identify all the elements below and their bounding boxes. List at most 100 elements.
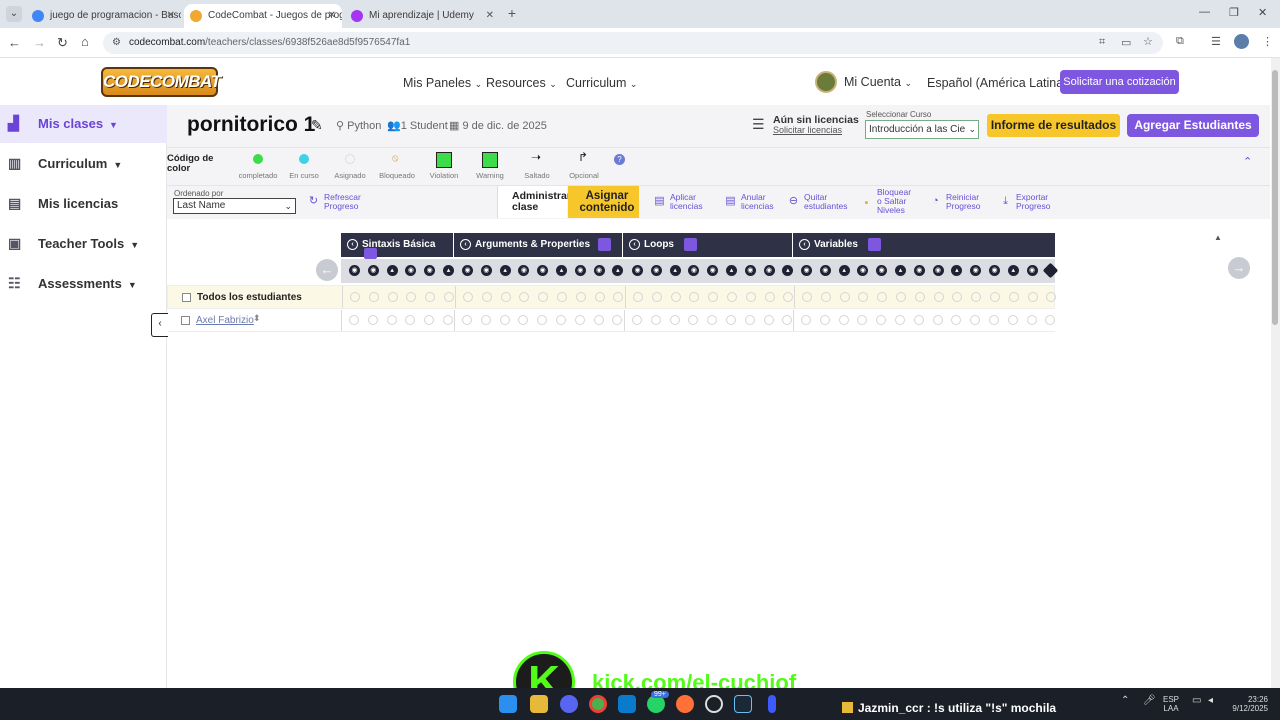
expand-student-icon[interactable]: ‹ (151, 313, 168, 337)
level-icon[interactable]: ◉ (688, 265, 700, 276)
module-header-variables[interactable]: ‹ Variables (793, 233, 1055, 257)
language-selector[interactable]: Español (América Latina) (927, 76, 1067, 90)
sort-arrows-icon[interactable]: ⬍ (253, 313, 261, 324)
progress-cell[interactable] (350, 292, 360, 302)
level-icon[interactable]: ◉ (876, 265, 888, 276)
progress-cell[interactable] (499, 315, 510, 325)
level-icon[interactable]: ▴ (669, 265, 681, 276)
tab-search-button[interactable]: ⌄ (6, 6, 22, 22)
progress-cell[interactable] (633, 292, 643, 302)
progress-cell[interactable] (367, 315, 378, 325)
progress-cell[interactable] (612, 315, 623, 325)
level-icon[interactable]: ◉ (650, 265, 662, 276)
vscode-icon[interactable] (618, 695, 636, 713)
select-all-checkbox[interactable] (182, 293, 191, 302)
clock[interactable]: 23:26 9/12/2025 (1226, 695, 1268, 713)
progress-cell[interactable] (689, 292, 700, 302)
nav-resources[interactable]: Resources ⌄ (486, 76, 557, 90)
progress-cell[interactable] (481, 292, 492, 302)
window-close-icon[interactable]: ✕ (1258, 6, 1267, 19)
progress-cell[interactable] (593, 315, 604, 325)
student-name-link[interactable]: Axel Fabrizio (196, 315, 254, 326)
scroll-up-icon[interactable]: ▲ (1214, 233, 1222, 242)
level-icon[interactable]: ◉ (932, 265, 944, 276)
progress-cell[interactable] (857, 315, 868, 325)
module-header-arguments[interactable]: ‹ Arguments & Properties (454, 233, 622, 257)
codecombat-logo[interactable]: CODECOMBAT (101, 67, 221, 97)
module-header-loops[interactable]: ‹ Loops (623, 233, 792, 257)
request-licenses-link[interactable]: Solicitar licencias (773, 125, 842, 135)
profile-avatar[interactable] (1234, 34, 1249, 49)
progress-cell[interactable] (858, 292, 869, 302)
progress-cell[interactable] (707, 315, 718, 325)
progress-cell[interactable] (574, 315, 585, 325)
close-tab-icon[interactable]: ✕ (486, 4, 494, 28)
microphone-icon[interactable]: 🎤︎ (1143, 695, 1156, 706)
progress-cell[interactable] (1027, 292, 1038, 302)
progress-cell[interactable] (575, 292, 586, 302)
browser-tab-udemy[interactable]: Mi aprendizaje | Udemy ✕ (345, 4, 500, 28)
browser-tab-codecombat[interactable]: CodeCombat - Juegos de prog ✕ (184, 4, 342, 28)
progress-cell[interactable] (820, 292, 831, 302)
scroll-left-arrow-icon[interactable]: ← (316, 259, 338, 281)
page-scrollbar-thumb[interactable] (1272, 70, 1278, 325)
progress-cell[interactable] (406, 292, 417, 302)
progress-cell[interactable] (444, 292, 454, 302)
level-icon[interactable]: ◉ (593, 265, 605, 276)
discord-icon[interactable] (560, 695, 578, 713)
level-icon[interactable]: ◉ (913, 265, 925, 276)
level-icon[interactable]: ▴ (895, 265, 906, 276)
progress-cell[interactable] (914, 292, 925, 302)
progress-cell[interactable] (838, 315, 849, 325)
progress-cell[interactable] (518, 315, 529, 325)
level-icon[interactable]: ◉ (518, 265, 530, 276)
progress-cell[interactable] (443, 315, 453, 325)
help-icon[interactable]: ? (614, 154, 625, 165)
progress-cell[interactable] (349, 315, 359, 325)
progress-cell[interactable] (669, 315, 680, 325)
progress-cell[interactable] (895, 315, 905, 325)
progress-cell[interactable] (424, 315, 435, 325)
progress-cell[interactable] (764, 292, 775, 302)
level-icon[interactable]: ◉ (970, 265, 982, 276)
account-avatar[interactable] (815, 71, 837, 93)
progress-cell[interactable] (726, 315, 736, 325)
install-app-icon[interactable]: ▭ (1121, 36, 1131, 49)
level-icon[interactable]: ◉ (819, 265, 831, 276)
level-icon[interactable]: ◉ (857, 265, 869, 276)
level-icon[interactable]: ◉ (1026, 265, 1038, 276)
progress-cell[interactable] (387, 292, 398, 302)
app-icon[interactable] (768, 695, 776, 713)
volume-icon[interactable]: ◂ (1208, 695, 1213, 706)
obs-icon[interactable] (705, 695, 723, 713)
progress-cell[interactable] (651, 292, 662, 302)
sidebar-item-assessments[interactable]: ☷ Assessments ▼ (0, 265, 167, 303)
progress-cell[interactable] (537, 315, 548, 325)
reload-icon[interactable]: ↻ (57, 35, 68, 51)
level-icon[interactable]: ▴ (1007, 265, 1019, 276)
progress-cell[interactable] (688, 315, 699, 325)
bookmark-star-icon[interactable]: ☆ (1143, 35, 1153, 48)
course-select[interactable]: Introducción a las Cie ⌄ (865, 120, 979, 139)
site-info-icon[interactable]: ⚙ (112, 32, 121, 54)
firefox-icon[interactable] (676, 695, 694, 713)
sidebar-item-curriculum[interactable]: ▥ Curriculum ▼ (0, 145, 167, 183)
level-icon[interactable]: ▴ (951, 265, 963, 276)
progress-cell[interactable] (913, 315, 924, 325)
level-icon[interactable]: ◉ (763, 265, 775, 276)
level-icon[interactable]: ◉ (537, 265, 549, 276)
sidebar-item-mis-licencias[interactable]: ▤ Mis licencias (0, 185, 167, 223)
chrome-icon[interactable] (589, 695, 607, 713)
module-header-sintaxis[interactable]: ‹ Sintaxis Básica (341, 233, 453, 257)
progress-cell[interactable] (990, 292, 1000, 302)
level-icon[interactable]: ◉ (349, 265, 360, 276)
scroll-right-arrow-icon[interactable]: → (1228, 257, 1250, 279)
progress-cell[interactable] (839, 292, 850, 302)
progress-cell[interactable] (425, 292, 436, 302)
level-icon[interactable]: ▴ (556, 265, 567, 276)
level-icon[interactable]: ◉ (480, 265, 492, 276)
minimize-icon[interactable]: — (1199, 6, 1210, 18)
maximize-icon[interactable]: ❐ (1229, 6, 1239, 19)
progress-cell[interactable] (877, 292, 888, 302)
progress-cell[interactable] (970, 315, 981, 325)
